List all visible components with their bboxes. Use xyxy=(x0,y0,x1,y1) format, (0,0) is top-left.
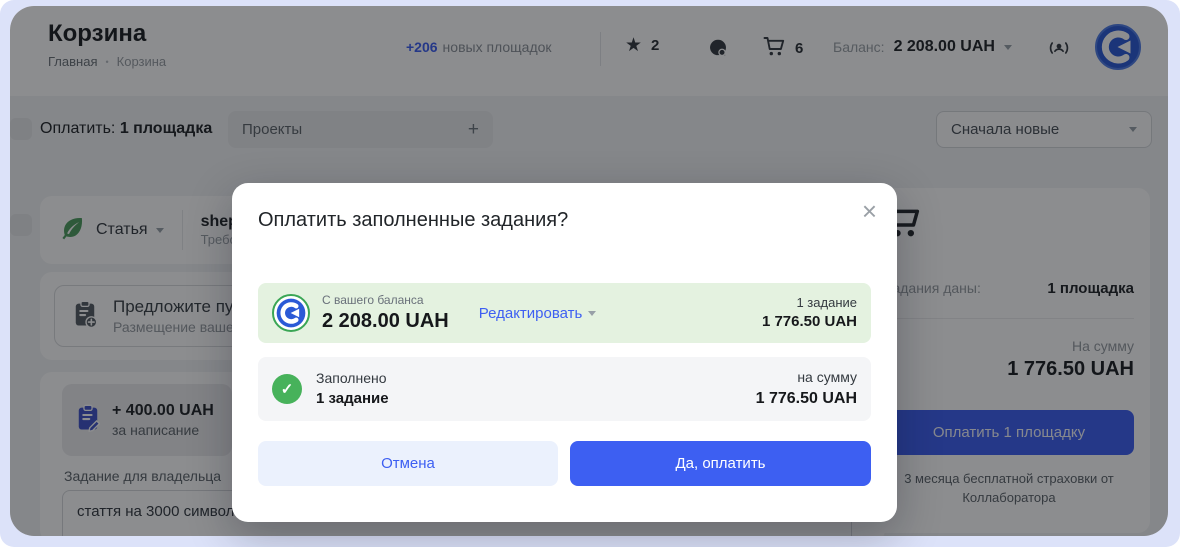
collaborator-logo-icon xyxy=(272,294,310,332)
filled-row-amount: на сумму 1 776.50 UAH xyxy=(756,368,857,410)
filled-tasks-count: 1 задание xyxy=(316,388,389,409)
balance-source-label: С вашего баланса xyxy=(322,293,449,309)
balance-row-tasks: 1 задание xyxy=(762,294,857,312)
confirm-pay-button[interactable]: Да, оплатить xyxy=(570,441,871,486)
balance-row-amount: 1 задание 1 776.50 UAH xyxy=(762,294,857,332)
cancel-button[interactable]: Отмена xyxy=(258,441,558,486)
filled-tasks-row: ✓ Заполнено 1 задание на сумму 1 776.50 … xyxy=(258,357,871,421)
edit-payment-link[interactable]: Редактировать xyxy=(479,305,597,322)
pay-confirmation-modal: × Оплатить заполненные задания? С вашего… xyxy=(232,183,897,522)
balance-source-value: 2 208.00 UAH xyxy=(322,309,449,333)
filled-label: Заполнено xyxy=(316,369,389,389)
close-icon[interactable]: × xyxy=(858,189,881,233)
check-icon: ✓ xyxy=(272,374,302,404)
edit-payment-label: Редактировать xyxy=(479,305,583,322)
app-window: Корзина Главная • Корзина +206новых площ… xyxy=(0,0,1180,547)
balance-row-sum: 1 776.50 UAH xyxy=(762,312,857,332)
modal-title: Оплатить заполненные задания? xyxy=(258,209,568,232)
balance-source-row: С вашего баланса 2 208.00 UAH Редактиров… xyxy=(258,283,871,343)
chevron-down-icon xyxy=(588,311,596,316)
filled-sum-value: 1 776.50 UAH xyxy=(756,388,857,410)
filled-sum-label: на сумму xyxy=(756,368,857,388)
